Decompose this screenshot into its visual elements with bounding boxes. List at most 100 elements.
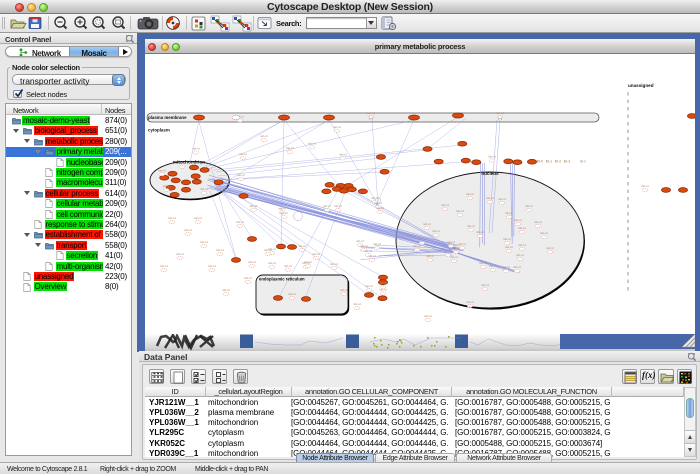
svg-text:lab-id: lab-id [452,246,460,250]
svg-text:lab-id: lab-id [367,111,375,115]
svg-text:lab-id: lab-id [479,261,487,265]
svg-text:lab-id: lab-id [373,242,381,246]
svg-text:lab-id: lab-id [298,244,306,248]
svg-text:lab-id: lab-id [518,226,526,230]
svg-text:lab-id: lab-id [432,229,440,233]
svg-text:lab-id: lab-id [426,254,434,258]
svg-text:lab-id: lab-id [374,201,382,205]
svg-text:lab-id: lab-id [516,253,524,257]
svg-text:lab-id: lab-id [323,204,331,208]
svg-text:lab-id: lab-id [192,147,200,151]
svg-text:lab-id: lab-id [534,220,542,224]
svg-text:lab-id: lab-id [518,243,526,247]
svg-text:cytoplasm: cytoplasm [148,128,170,133]
svg-text:lab-id: lab-id [376,206,384,210]
svg-text:lbl-0: lbl-0 [537,160,544,164]
svg-text:lab-id: lab-id [476,230,484,234]
svg-text:lab-id: lab-id [260,134,268,138]
svg-text:lab-id: lab-id [514,218,522,222]
svg-text:lab-id: lab-id [641,184,649,188]
svg-text:lab-id: lab-id [486,196,494,200]
svg-text:plasma membrane: plasma membrane [148,115,187,120]
svg-text:lab-id: lab-id [505,211,513,215]
svg-text:lab-id: lab-id [413,244,421,248]
svg-text:lab-id: lab-id [178,161,186,165]
svg-text:endoplasmic reticulum: endoplasmic reticulum [259,277,305,282]
svg-text:lab-id: lab-id [168,216,176,220]
svg-text:lab-id: lab-id [379,281,387,285]
svg-text:lab-id: lab-id [236,220,244,224]
svg-text:lab-id: lab-id [503,237,511,241]
svg-text:lab-id: lab-id [423,222,431,226]
svg-text:lab-id: lab-id [356,239,364,243]
svg-text:lab-id: lab-id [447,240,455,244]
svg-text:lab-id: lab-id [237,173,245,177]
svg-text:lbl-1: lbl-1 [546,160,553,164]
svg-text:lab-id: lab-id [163,184,171,188]
svg-text:lb-x: lb-x [580,160,586,164]
svg-text:lab-id: lab-id [505,245,513,249]
svg-text:lab-id: lab-id [364,249,372,253]
svg-text:[--]: [--] [498,116,502,120]
svg-text:lab-id: lab-id [264,248,272,252]
svg-text:nucleus: nucleus [481,171,499,176]
svg-text:lab-id: lab-id [194,216,202,220]
svg-text:lab-id: lab-id [339,153,347,157]
svg-text:lab-id: lab-id [278,207,286,211]
svg-text:lab-id: lab-id [466,192,474,196]
svg-text:lab-id: lab-id [208,264,216,268]
svg-text:lab-id: lab-id [488,155,496,159]
svg-text:lab-id: lab-id [525,204,533,208]
svg-text:lab-id: lab-id [308,142,316,146]
svg-text:lab-id: lab-id [467,224,475,228]
svg-text:lab-id: lab-id [286,146,294,150]
svg-text:lab-id: lab-id [158,169,166,173]
svg-text:lab-id: lab-id [424,314,432,318]
svg-text:lab-id: lab-id [200,240,208,244]
svg-text:lab-id: lab-id [280,211,288,215]
svg-text:lab-id: lab-id [330,262,338,266]
svg-text:lab-id: lab-id [444,249,452,253]
svg-text:lab-id: lab-id [250,204,258,208]
svg-text:lab-id: lab-id [496,111,504,115]
svg-text:lab-id: lab-id [222,288,230,292]
svg-text:lab-id: lab-id [513,265,521,269]
svg-text:lab-id: lab-id [368,254,376,258]
svg-text:lab-id: lab-id [334,204,342,208]
svg-text:lab-id: lab-id [312,252,320,256]
svg-text:lab-id: lab-id [160,264,168,268]
svg-text:lab-id: lab-id [353,302,361,306]
svg-text:lab-id: lab-id [340,288,348,292]
svg-text:lab-id: lab-id [546,246,554,250]
svg-text:lab-id: lab-id [450,255,458,259]
svg-text:lab-id: lab-id [365,284,373,288]
svg-text:lab-id: lab-id [502,265,510,269]
svg-text:lab-id: lab-id [360,244,368,248]
svg-text:lab-id: lab-id [466,300,474,304]
svg-text:lab-id: lab-id [268,261,276,265]
svg-text:lab-id: lab-id [284,264,292,268]
svg-text:lab-id: lab-id [379,288,387,292]
svg-text:lab-id: lab-id [489,264,497,268]
svg-text:unassigned: unassigned [628,83,654,88]
svg-text:lab-id: lab-id [441,203,449,207]
svg-text:lab-id: lab-id [239,152,247,156]
svg-text:lbl-2: lbl-2 [555,160,562,164]
svg-text:lab-id: lab-id [176,252,184,256]
svg-text:lab-id: lab-id [456,209,464,213]
svg-text:lab-id: lab-id [248,260,256,264]
svg-text:lab-id: lab-id [481,283,489,287]
svg-text:lbl-3: lbl-3 [564,160,571,164]
svg-text:lab-id: lab-id [304,260,312,264]
svg-text:lab-id: lab-id [458,242,466,246]
svg-text:[--]: [--] [369,116,373,120]
svg-text:lab-id: lab-id [498,197,506,201]
svg-text:lab-id: lab-id [200,187,208,191]
svg-text:lab-id: lab-id [540,231,548,235]
svg-text:lab-id: lab-id [216,248,224,252]
svg-text:lab-id: lab-id [184,228,192,232]
svg-text:lab-id: lab-id [333,125,341,129]
svg-text:lab-id: lab-id [288,292,296,296]
svg-text:lab-id: lab-id [418,237,426,241]
svg-text:lab-id: lab-id [244,276,252,280]
